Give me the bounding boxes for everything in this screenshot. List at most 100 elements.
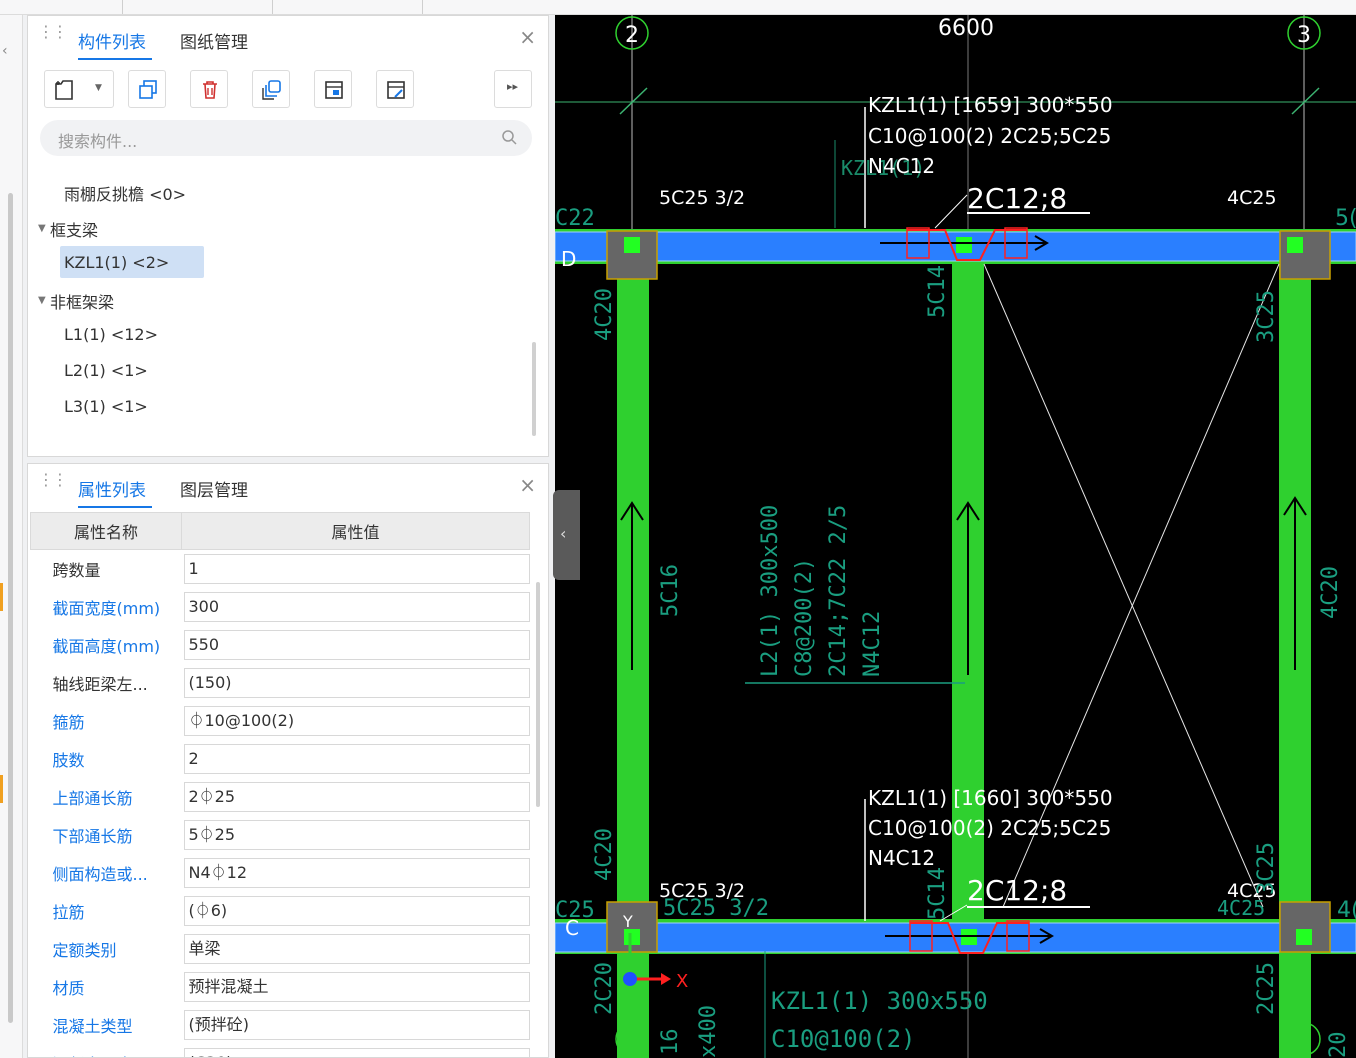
- beam-annotation[interactable]: N4C12: [868, 846, 935, 870]
- property-value-field[interactable]: 单梁: [183, 933, 530, 964]
- beam-annotation[interactable]: N4C12: [868, 154, 935, 178]
- property-value-field[interactable]: 5⏀25: [183, 819, 530, 850]
- beam-annotation-l2[interactable]: L2(1) 300x500: [758, 505, 783, 677]
- more-button[interactable]: ▸▸: [494, 70, 532, 108]
- new-component-button[interactable]: ▼: [44, 70, 114, 108]
- scrollbar[interactable]: [532, 342, 536, 436]
- drag-handle-icon[interactable]: ⋮⋮: [38, 24, 68, 40]
- property-row[interactable]: 下部通长筋 5⏀25: [30, 815, 530, 854]
- property-row[interactable]: 跨数量 1: [30, 549, 530, 588]
- grip-point[interactable]: [624, 237, 640, 253]
- tab-property-list[interactable]: 属性列表: [78, 476, 146, 501]
- collapse-panel-button[interactable]: ‹: [553, 490, 580, 580]
- property-row[interactable]: 定额类别 单梁: [30, 929, 530, 968]
- property-value-field[interactable]: (150): [183, 667, 530, 698]
- copy-to-floor-button[interactable]: [314, 70, 352, 108]
- delete-icon: [203, 81, 217, 99]
- property-value-field[interactable]: 2⏀25: [183, 781, 530, 812]
- tab-drawing-management[interactable]: 图纸管理: [180, 28, 248, 53]
- search-icon[interactable]: [500, 128, 518, 146]
- property-row[interactable]: 轴线距梁左... (150): [30, 663, 530, 702]
- property-value-field[interactable]: 300: [183, 591, 530, 622]
- diagonal-line: [983, 263, 1264, 908]
- close-icon[interactable]: ×: [519, 473, 536, 497]
- property-name: 混凝土强度: [30, 1043, 182, 1057]
- property-row[interactable]: 肢数 2: [30, 739, 530, 778]
- property-value-field[interactable]: (预拌砼): [183, 1009, 530, 1040]
- rebar-label-vertical: 5C16: [658, 564, 683, 617]
- property-row[interactable]: 拉筋 (⏀6): [30, 891, 530, 930]
- column-header-value: 属性值: [181, 512, 530, 550]
- search-input[interactable]: 搜索构件...: [58, 128, 137, 152]
- active-tab-indicator: [78, 506, 152, 508]
- delete-button[interactable]: [190, 70, 228, 108]
- grip-point[interactable]: [956, 237, 972, 253]
- property-panel-tabs: ⋮⋮ 属性列表 图层管理 ×: [28, 464, 548, 508]
- copy-icon: [139, 80, 157, 99]
- beam-annotation[interactable]: KZL1(1) [1660] 300*550: [868, 786, 1113, 810]
- property-row[interactable]: 截面高度(mm) 550: [30, 625, 530, 664]
- layer-copy-button[interactable]: [252, 70, 290, 108]
- copy-button[interactable]: [128, 70, 166, 108]
- property-value-field[interactable]: (⏀6): [183, 895, 530, 926]
- property-row[interactable]: 侧面构造或... N4⏀12: [30, 853, 530, 892]
- more-icon: ▸▸: [507, 80, 519, 93]
- property-value-field[interactable]: 1: [183, 553, 530, 584]
- tree-item-selected[interactable]: KZL1(1) <2>: [64, 253, 169, 272]
- top-bar: [0, 0, 1356, 15]
- close-icon[interactable]: ×: [519, 25, 536, 49]
- tree-group[interactable]: 框支梁: [50, 217, 98, 241]
- property-value-field[interactable]: (C30): [183, 1047, 530, 1057]
- property-row[interactable]: 箍筋 ⏀10@100(2): [30, 701, 530, 740]
- property-row[interactable]: 材质 预拌混凝土: [30, 967, 530, 1006]
- component-search[interactable]: 搜索构件...: [40, 120, 532, 156]
- property-row[interactable]: 截面宽度(mm) 300: [30, 587, 530, 626]
- tab-component-list[interactable]: 构件列表: [78, 28, 146, 53]
- property-name: 截面宽度(mm): [30, 587, 182, 626]
- beam-annotation[interactable]: C10@100(2) 2C25;5C25: [868, 124, 1111, 148]
- dropdown-arrow-icon[interactable]: ▼: [95, 83, 102, 93]
- tab-layer-management[interactable]: 图层管理: [180, 476, 248, 501]
- property-value-field[interactable]: N4⏀12: [183, 857, 530, 888]
- rebar-label: C25: [555, 898, 595, 923]
- beam-annotation[interactable]: C10@100(2) 2C25;5C25: [868, 816, 1111, 840]
- tree-item[interactable]: 雨棚反挑檐 <0>: [64, 181, 186, 205]
- beam-annotation-l2[interactable]: C8@200(2): [792, 558, 817, 677]
- tree-item[interactable]: L3(1) <1>: [64, 397, 148, 416]
- property-row[interactable]: 上部通长筋 2⏀25: [30, 777, 530, 816]
- grip-point[interactable]: [1296, 929, 1312, 945]
- beam-annotation[interactable]: C10@100(2): [771, 1025, 916, 1053]
- drag-handle-icon[interactable]: ⋮⋮: [38, 472, 68, 488]
- beam-annotation-l2[interactable]: 2C14;7C22 2/5: [826, 505, 851, 677]
- left-side-strip: ‹: [0, 15, 23, 1058]
- tree-item[interactable]: L2(1) <1>: [64, 361, 148, 380]
- tree-item[interactable]: L1(1) <12>: [64, 325, 158, 344]
- grip-point[interactable]: [1287, 237, 1303, 253]
- cad-drawing-canvas[interactable]: 2 3 2 3 6600: [555, 15, 1356, 1058]
- cad-drawing[interactable]: 2 3 2 3 6600: [555, 15, 1356, 1058]
- axis-row-label: D: [561, 247, 576, 271]
- beam-annotation[interactable]: KZL1(1) 300x550: [771, 987, 988, 1015]
- grip-point[interactable]: [624, 929, 640, 945]
- rebar-label: 5(: [1335, 206, 1356, 231]
- property-value-field[interactable]: ⏀10@100(2): [183, 705, 530, 736]
- beam-kzl1-bottom[interactable]: [555, 922, 1356, 953]
- caret-down-icon[interactable]: ▼: [38, 223, 46, 234]
- rebar-label-vertical: 16: [658, 1029, 683, 1056]
- property-value-field[interactable]: 预拌混凝土: [183, 971, 530, 1002]
- property-row[interactable]: 混凝土强度(C30): [30, 1043, 530, 1057]
- rebar-label-vertical: 3C25: [1254, 290, 1279, 343]
- scrollbar[interactable]: [536, 582, 540, 807]
- edit-button[interactable]: [376, 70, 414, 108]
- support-rebar-label[interactable]: 2C12;8: [967, 874, 1067, 907]
- chevron-left-icon[interactable]: ‹: [2, 43, 8, 59]
- property-row[interactable]: 混凝土类型 (预拌砼): [30, 1005, 530, 1044]
- property-value-field[interactable]: 2: [183, 743, 530, 774]
- beam-annotation[interactable]: KZL1(1) [1659] 300*550: [868, 93, 1113, 117]
- property-value-field[interactable]: 550: [183, 629, 530, 660]
- scrollbar[interactable]: [8, 193, 13, 1023]
- caret-down-icon[interactable]: ▼: [38, 295, 46, 306]
- tree-group[interactable]: 非框架梁: [50, 289, 114, 313]
- beam-annotation-l2[interactable]: N4C12: [860, 611, 885, 677]
- support-rebar-label[interactable]: 2C12;8: [967, 182, 1067, 215]
